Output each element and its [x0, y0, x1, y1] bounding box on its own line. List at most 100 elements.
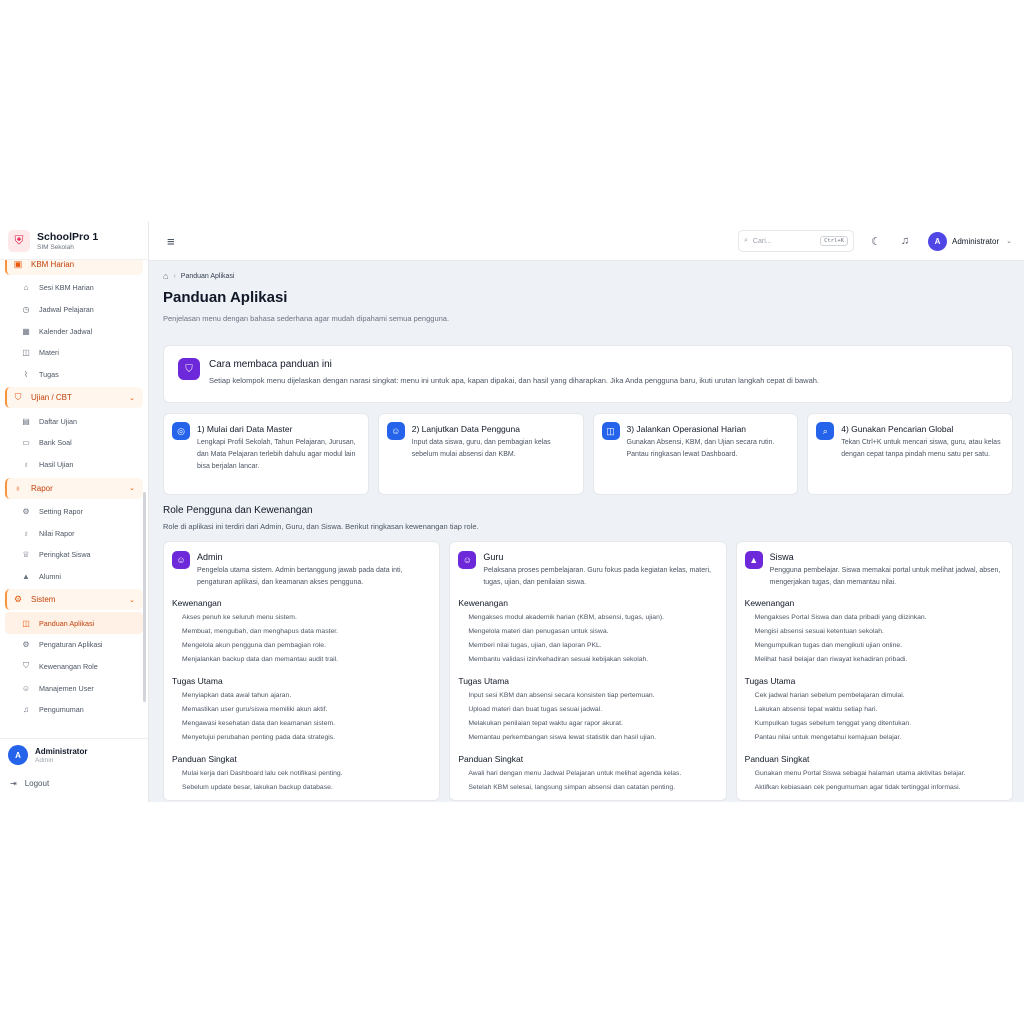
role-list: Gunakan menu Portal Siswa sebagai halama… [745, 767, 1004, 795]
step-text: Input data siswa, guru, dan pembagian ke… [411, 439, 551, 458]
breadcrumb-current: Panduan Aplikasi [180, 272, 235, 280]
graduation-cap-icon: ▲ [744, 551, 763, 569]
menu-toggle-icon[interactable]: ≡ [167, 234, 175, 249]
role-description: Pengguna pembelajar. Siswa memakai porta… [769, 567, 1001, 586]
list-item: Menyetujui perubahan penting pada data s… [182, 733, 336, 741]
sidebar-item-bank-soal[interactable]: ▭ Bank Soal [5, 432, 143, 454]
sidebar-item-label: Pengumuman [39, 705, 84, 715]
bell-icon[interactable]: ♫ [898, 235, 912, 247]
clock-icon: ◷ [22, 305, 30, 315]
sidebar-item-label: Jadwal Pelajaran [39, 305, 94, 315]
sidebar-item-kalender[interactable]: ▦ Kalender Jadwal [5, 320, 143, 342]
user-plus-icon: ☺ [386, 422, 405, 440]
sidebar-item-nilai-rapor[interactable]: ♁ Nilai Rapor [5, 522, 143, 544]
list-item: Mengisi absensi sesuai ketentuan sekolah… [754, 627, 884, 635]
brand-subtitle: SIM Sekolah [37, 243, 74, 251]
role-section-title: Panduan Singkat [744, 753, 810, 764]
sidebar-item-daftar-ujian[interactable]: ▤ Daftar Ujian [5, 410, 143, 432]
sidebar-group-label: KBM Harian [31, 260, 75, 269]
home-icon[interactable]: ⌂ [163, 271, 168, 281]
main-area: ≡ ⌕ Cari... Ctrl+K ☾ ♫ A Administrator ⌄… [149, 222, 1024, 802]
paperclip-icon: ⌇ [24, 370, 28, 380]
step-card: ◫ 3) Jalankan Operasional Harian Gunakan … [592, 413, 799, 495]
list-item: Mengawasi kesehatan data dan keamanan si… [182, 719, 336, 727]
sidebar-scrollbar[interactable] [143, 492, 146, 702]
logout-button[interactable]: ⇥ Logout [8, 779, 140, 788]
sidebar-user-box: A Administrator Admin ⇥ Logout [0, 738, 148, 802]
users-icon: ☺ [21, 683, 31, 693]
list-item: Aktifkan kebiasaan cek pengumuman agar t… [754, 783, 961, 791]
intro-text: Setiap kelompok menu dijelaskan dengan n… [209, 376, 819, 385]
list-item: Setelah KBM selesai, langsung simpan abs… [468, 783, 676, 791]
step-title: 1) Mulai dari Data Master [197, 424, 293, 434]
step-title: 3) Jalankan Operasional Harian [626, 424, 747, 434]
sidebar-item-label: Nilai Rapor [39, 528, 75, 538]
sidebar-item-label: Manajemen User [39, 683, 94, 693]
roles-grid: ☺ Admin Pengelola utama sistem. Admin ber… [163, 541, 1013, 801]
bell-icon: ♫ [23, 705, 29, 715]
user-menu[interactable]: A Administrator ⌄ [928, 231, 1012, 251]
sidebar-item-label: Panduan Aplikasi [39, 618, 95, 628]
global-search[interactable]: ⌕ Cari... Ctrl+K [738, 230, 854, 252]
page-title: Panduan Aplikasi [163, 289, 288, 306]
sidebar-item-peringkat[interactable]: ♕ Peringkat Siswa [5, 544, 143, 566]
sidebar-item-label: Kewenangan Role [39, 661, 98, 671]
home-icon: ⌂ [23, 283, 29, 293]
list-item: Mulai kerja dari Dashboard lalu cek noti… [182, 769, 343, 777]
logout-icon: ⇥ [10, 779, 17, 788]
search-input[interactable]: Cari... [753, 238, 772, 245]
role-name: Siswa [769, 552, 794, 562]
folder-icon: ▭ [22, 438, 30, 448]
gear-icon: ⚙ [22, 506, 30, 516]
calendar-icon: ▣ [13, 259, 23, 269]
sidebar-item-pengaturan[interactable]: ⚙ Pengaturan Aplikasi [5, 634, 143, 656]
sidebar-item-tugas[interactable]: ⌇ Tugas [5, 364, 143, 386]
list-item: Mengakses Portal Siswa dan data pribadi … [754, 613, 927, 621]
roles-section-subtitle: Role di aplikasi ini terdiri dari Admin,… [163, 522, 479, 531]
user-icon: ☺ [458, 551, 477, 569]
sidebar-item-setting-rapor[interactable]: ⚙ Setting Rapor [5, 501, 143, 523]
sidebar-group-rapor[interactable]: ♁ Rapor ⌄ [5, 477, 143, 499]
logout-label: Logout [24, 779, 50, 788]
role-list: Cek jadwal harian sebelum pembelajaran d… [745, 689, 1004, 745]
sidebar-group-sistem[interactable]: ⚙ Sistem ⌄ [5, 589, 143, 611]
sidebar-item-alumni[interactable]: ▲ Alumni [5, 566, 143, 588]
role-section-title: Tugas Utama [172, 675, 223, 686]
step-title: 4) Gunakan Pencarian Global [841, 424, 954, 434]
sidebar-group-ujian[interactable]: ⛉ Ujian / CBT ⌄ [5, 387, 143, 409]
sidebar-item-panduan[interactable]: ◫ Panduan Aplikasi [5, 612, 143, 634]
step-card: ☺ 2) Lanjutkan Data Pengguna Input data s… [377, 413, 584, 495]
avatar: A [8, 745, 28, 765]
intro-card: ⛉ Cara membaca panduan ini Setiap kelomp… [163, 345, 1013, 403]
sidebar-item-jadwal[interactable]: ◷ Jadwal Pelajaran [5, 299, 143, 321]
sidebar-item-hasil-ujian[interactable]: ♁ Hasil Ujian [5, 454, 143, 476]
topbar: ≡ ⌕ Cari... Ctrl+K ☾ ♫ A Administrator ⌄ [149, 222, 1024, 261]
avatar: A [928, 231, 947, 251]
step-card: ⌕ 4) Gunakan Pencarian Global Tekan Ctrl+… [807, 413, 1013, 495]
step-text: Tekan Ctrl+K untuk mencari siswa, guru, … [841, 439, 1001, 458]
role-section-title: Tugas Utama [744, 675, 796, 686]
sidebar-item-materi[interactable]: ◫ Materi [5, 342, 143, 364]
file-icon: ▤ [22, 416, 30, 426]
sidebar-group-label: Sistem [31, 595, 56, 605]
role-list: Akses penuh ke seluruh menu sistem. Memb… [172, 611, 431, 667]
app-window: ▣ KBM Harian ⌂ Sesi KBM Harian ◷ Jadwal Pe… [0, 222, 1024, 802]
list-item: Pantau nilai untuk mengetahui kemajuan b… [754, 733, 902, 741]
sidebar-item-manajemen-user[interactable]: ☺ Manajemen User [5, 677, 143, 699]
sidebar-item-sesi-kbm[interactable]: ⌂ Sesi KBM Harian [5, 277, 143, 299]
role-card-siswa: ▲ Siswa Pengguna pembelajar. Siswa memaka… [735, 541, 1013, 801]
sidebar-item-kewenangan[interactable]: ⛉ Kewenangan Role [5, 656, 143, 678]
moon-icon[interactable]: ☾ [869, 235, 883, 248]
list-item: Cek jadwal harian sebelum pembelajaran d… [754, 691, 905, 699]
role-section-title: Panduan Singkat [172, 753, 237, 764]
role-section-title: Kewenangan [744, 597, 795, 608]
award-icon: ♁ [23, 528, 29, 538]
role-description: Pengelola utama sistem. Admin bertanggun… [197, 567, 403, 586]
sidebar-item-pengumuman[interactable]: ♫ Pengumuman [5, 699, 143, 721]
role-section-title: Panduan Singkat [458, 753, 524, 764]
role-section-title: Kewenangan [172, 597, 222, 608]
role-list: Mulai kerja dari Dashboard lalu cek noti… [172, 767, 431, 795]
chevron-down-icon: ⌄ [129, 485, 135, 492]
role-list: Input sesi KBM dan absensi secara konsis… [458, 689, 717, 745]
role-name: Admin [197, 552, 223, 562]
